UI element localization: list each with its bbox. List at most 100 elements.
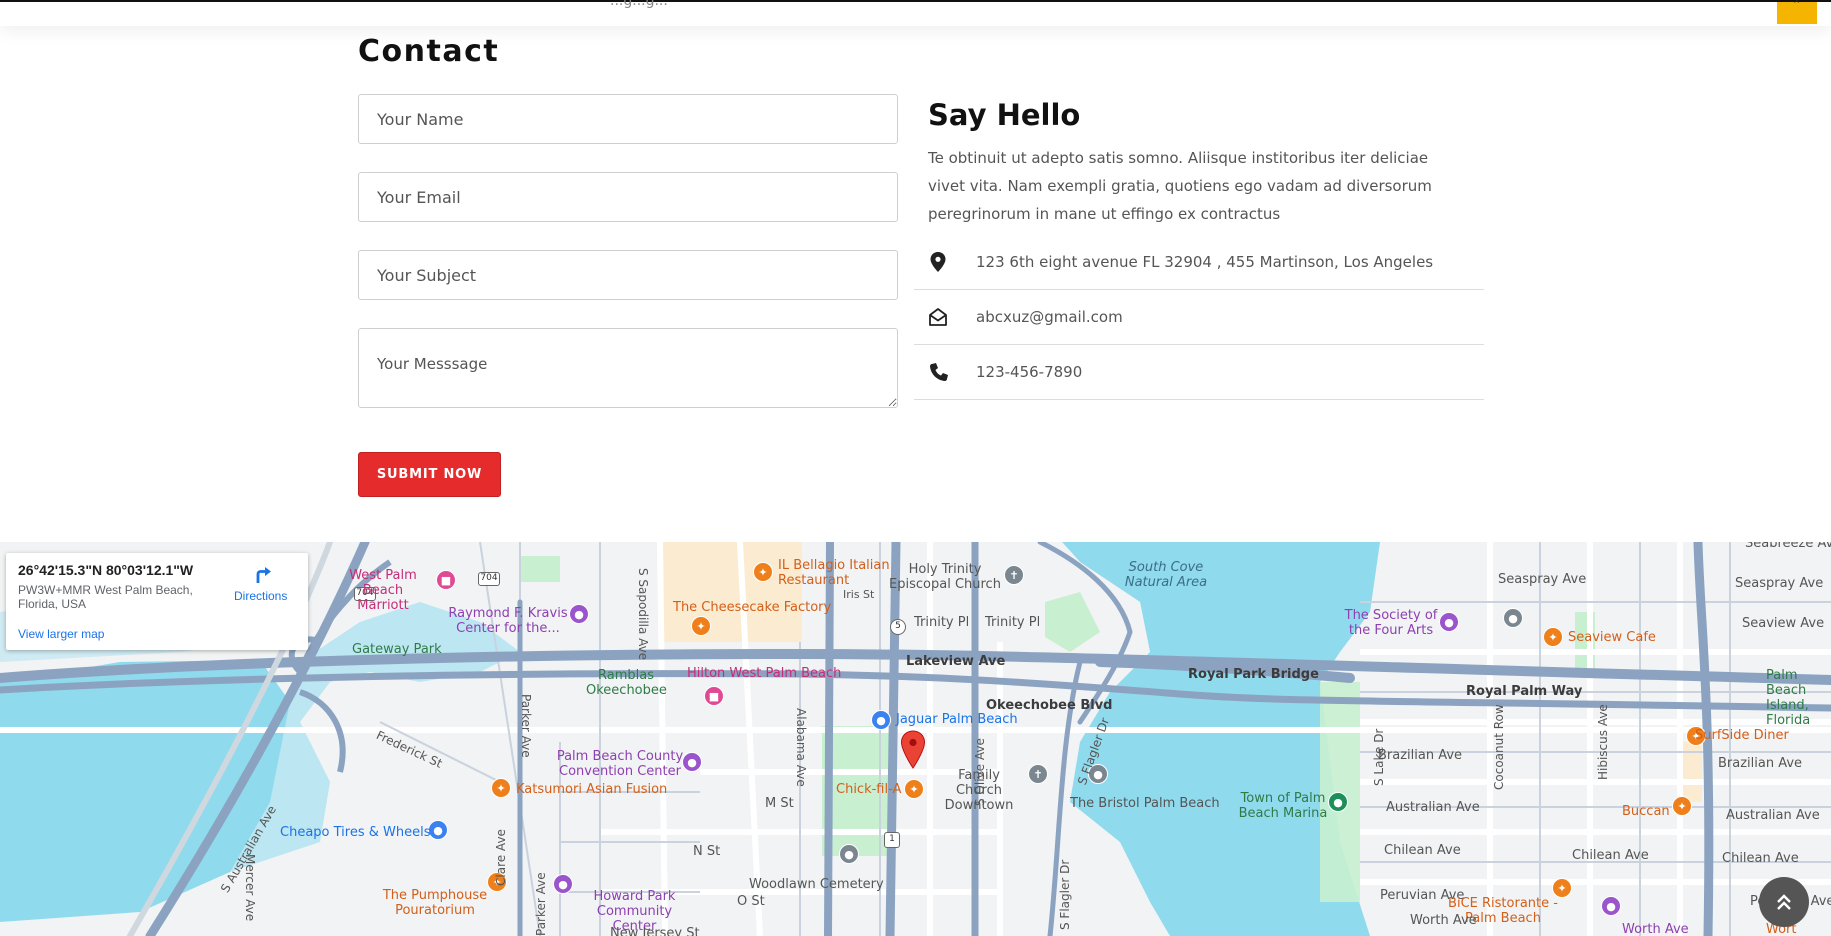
directions-link[interactable]: Directions: [234, 589, 287, 603]
address-text: 123 6th eight avenue FL 32904 , 455 Mart…: [976, 253, 1434, 271]
directions-icon[interactable]: [252, 563, 274, 585]
map-label: Okeechobee Blvd: [986, 698, 1113, 713]
map-label: Chick-fil-A: [836, 782, 902, 797]
hotel-pin-icon[interactable]: ■: [704, 686, 724, 706]
map-label: Chilean Ave: [1722, 851, 1799, 866]
restaurant-pin-icon[interactable]: ✦: [491, 778, 511, 798]
email-row: abcxuz@gmail.com: [914, 290, 1484, 345]
map-label: Worth Ave: [1622, 922, 1689, 936]
map-label: Iris St: [843, 588, 875, 601]
marina-pin-icon[interactable]: ●: [1328, 792, 1348, 812]
page-title: Contact: [358, 34, 500, 69]
map-label: Alabama Ave: [794, 708, 808, 787]
convention-pin-icon[interactable]: ●: [682, 752, 702, 772]
map-address: PW3W+MMR West Palm Beach, Florida, USA: [18, 583, 193, 611]
submit-button[interactable]: SUBMIT NOW: [358, 452, 501, 497]
restaurant-pin-icon[interactable]: ✦: [753, 562, 773, 582]
tire-shop-pin-icon[interactable]: ●: [428, 820, 448, 840]
map-label: Gateway Park: [352, 642, 442, 657]
map-label: Chilean Ave: [1572, 848, 1649, 863]
map-label: The Society of the Four Arts: [1344, 608, 1438, 638]
subject-input[interactable]: [358, 250, 898, 300]
route-5-shield: 5: [890, 619, 906, 635]
map-label: Hilton West Palm Beach: [687, 666, 842, 681]
car-dealer-pin-icon[interactable]: ●: [871, 710, 891, 730]
map-label: New Jersey St: [610, 926, 700, 936]
map-label: S Sapodilla Ave: [636, 568, 650, 661]
phone-icon: [930, 363, 948, 381]
message-textarea[interactable]: [358, 328, 898, 408]
restaurant-pin-icon[interactable]: ✦: [1552, 878, 1572, 898]
email-input[interactable]: [358, 172, 898, 222]
map-label: Brazilian Ave: [1718, 756, 1803, 771]
map-label: Buccan: [1622, 804, 1670, 819]
hotel-pin-icon[interactable]: ■: [436, 570, 456, 590]
chevron-up-icon: ⌃: [1792, 0, 1802, 11]
restaurant-pin-icon[interactable]: ✦: [691, 616, 711, 636]
phone-text[interactable]: 123-456-7890: [976, 363, 1082, 381]
map-marker-icon: [930, 252, 946, 272]
map-label: Woodlawn Cemetery: [749, 877, 884, 892]
map-label: S Olive Ave: [973, 738, 987, 806]
map-label: Seaview Cafe: [1568, 630, 1656, 645]
map-label: N St: [693, 844, 721, 859]
map-label: Lakeview Ave: [906, 654, 1006, 669]
map-label: West Palm Beach Marriott: [349, 568, 417, 613]
map-label: O St: [737, 894, 765, 909]
church-pin-icon[interactable]: ✝: [1004, 565, 1024, 585]
map-label: Holy Trinity Episcopal Church: [889, 562, 1001, 592]
church-pin-icon[interactable]: ✝: [1028, 764, 1048, 784]
map-label: Palm Beach County Convention Center: [556, 749, 684, 779]
navbar-corner-button[interactable]: ⌃: [1777, 0, 1817, 24]
map-label: The Pumphouse Pouratorium: [382, 888, 488, 918]
double-chevron-up-icon: [1777, 894, 1791, 910]
community-center-pin-icon[interactable]: ●: [553, 874, 573, 894]
map-label: Parker Ave: [519, 694, 533, 758]
map-label: Raymond F. Kravis Center for the...: [448, 606, 568, 636]
map-label: Australian Ave: [1726, 808, 1820, 823]
map-label: Seaspray Ave: [1735, 576, 1824, 591]
map-label: Katsumori Asian Fusion: [516, 782, 668, 797]
map-label: SurfSide Diner: [1695, 728, 1789, 743]
map-label: IL Bellagio Italian Restaurant: [778, 558, 890, 588]
map-label: M St: [765, 796, 794, 811]
map-label: Trinity Pl: [985, 615, 1041, 630]
cafe-pin-icon[interactable]: ✦: [1543, 627, 1563, 647]
scroll-to-top-button[interactable]: [1759, 877, 1809, 927]
navbar-partial-text: ...g...g...: [610, 0, 668, 9]
map-label: Town of Palm Beach Marina: [1238, 791, 1328, 821]
map-label: Australian Ave: [1386, 800, 1480, 815]
map-label: Parker Ave: [534, 872, 548, 936]
envelope-open-icon: [929, 308, 947, 326]
museum-pin-icon[interactable]: ●: [1439, 612, 1459, 632]
map-label: The Cheesecake Factory: [673, 600, 832, 615]
cemetery-pin-icon[interactable]: ●: [839, 844, 859, 864]
map-label: Hibiscus Ave: [1596, 704, 1610, 780]
map-label: Seaview Ave: [1742, 616, 1825, 631]
map-label: Royal Palm Way: [1466, 684, 1583, 699]
name-input[interactable]: [358, 94, 898, 144]
map-label: Jaguar Palm Beach: [896, 712, 1018, 727]
top-navbar: ...g...g... ⌃: [0, 0, 1831, 26]
map-place-card: 26°42'15.3"N 80°03'12.1"W PW3W+MMR West …: [6, 553, 308, 650]
map-coordinates: 26°42'15.3"N 80°03'12.1"W: [18, 562, 194, 578]
route-1-shield: 1: [884, 832, 900, 848]
theater-pin-icon[interactable]: ●: [569, 604, 589, 624]
school-pin-icon[interactable]: ●: [1503, 608, 1523, 628]
shop-pin-icon[interactable]: ●: [1601, 896, 1621, 916]
view-larger-map-link[interactable]: View larger map: [18, 627, 104, 641]
phone-row: 123-456-7890: [914, 345, 1484, 400]
map-label: Worth Ave: [1410, 913, 1477, 928]
map-label: Ramblas Okeechobee: [586, 668, 667, 698]
map-label: Chilean Ave: [1384, 843, 1461, 858]
map-label: Clare Ave: [494, 829, 508, 886]
restaurant-pin-icon[interactable]: ✦: [904, 779, 924, 799]
email-text[interactable]: abcxuz@gmail.com: [976, 308, 1123, 326]
map-label: Trinity Pl: [914, 615, 970, 630]
restaurant-pin-icon[interactable]: ✦: [1672, 796, 1692, 816]
say-hello-heading: Say Hello: [928, 98, 1081, 132]
map-label: Cheapo Tires & Wheels: [280, 825, 431, 840]
location-marker-icon[interactable]: [900, 730, 926, 770]
map-label: Seabreeze Ave: [1745, 542, 1831, 551]
map-label: South Cove Natural Area: [1124, 560, 1208, 590]
